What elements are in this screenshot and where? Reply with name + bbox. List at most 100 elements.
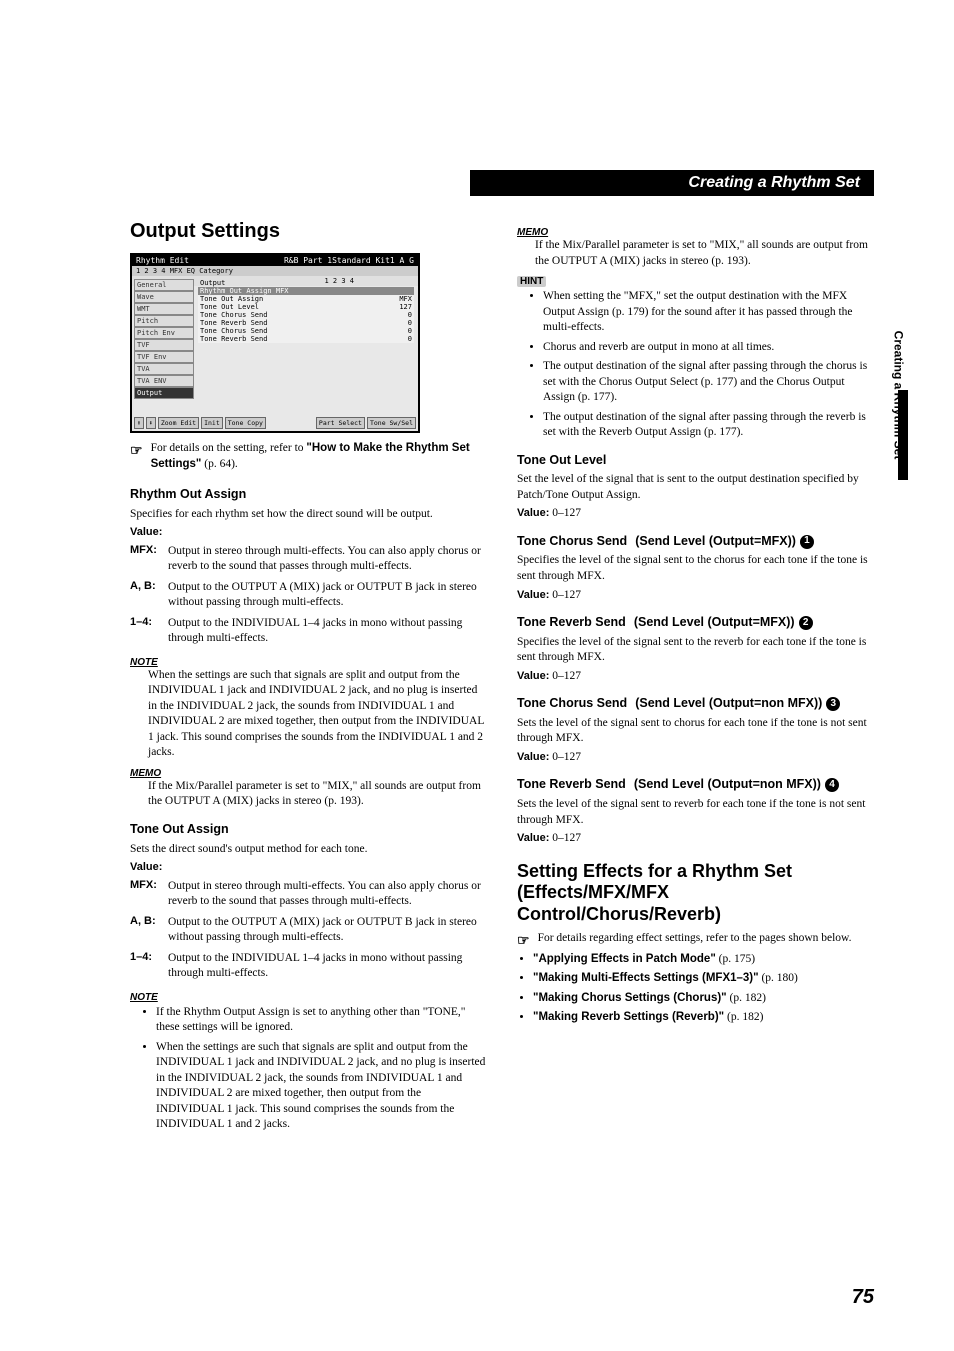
bt: Zoom Edit — [158, 417, 199, 429]
content-columns: Output Settings Rhythm Edit R&B Part 1St… — [130, 220, 874, 1139]
memo-text: If the Mix/Parallel parameter is set to … — [535, 238, 874, 269]
page-header: Creating a Rhythm Set — [470, 170, 874, 196]
sb-item: WMT — [134, 303, 194, 315]
number-badge-icon: 2 — [799, 616, 813, 630]
page-header-title: Creating a Rhythm Set — [688, 174, 860, 192]
param-desc: Specifies the level of the signal sent t… — [517, 553, 874, 584]
hint-bullet: Chorus and reverb are output in mono at … — [543, 340, 874, 356]
value-line: Value: 0–127 — [517, 588, 874, 604]
note-bullet: If the Rhythm Output Assign is set to an… — [156, 1005, 487, 1036]
tone-out-level-desc: Set the level of the signal that is sent… — [517, 472, 874, 503]
screenshot-sidebar: General Wave WMT Pitch Pitch Env TVF TVF… — [134, 279, 194, 411]
screenshot-title-left: Rhythm Edit — [136, 256, 189, 265]
note-icon: NOTE — [130, 992, 158, 1003]
hint-icon: HINT — [517, 276, 546, 287]
pointer-icon: ☞ — [517, 932, 530, 949]
tone-out-assign-desc: Sets the direct sound's output method fo… — [130, 842, 487, 858]
effects-link: "Applying Effects in Patch Mode" (p. 175… — [533, 952, 874, 968]
bt: ⬆ — [134, 417, 144, 429]
def-row: A, B:Output to the OUTPUT A (MIX) jack o… — [130, 915, 487, 949]
value-line: Value: 0–127 — [517, 506, 874, 522]
output-settings-heading: Output Settings — [130, 220, 487, 243]
bt: Init — [201, 417, 223, 429]
reference-text: For details regarding effect settings, r… — [538, 931, 874, 947]
effects-link: "Making Reverb Settings (Reverb)" (p. 18… — [533, 1010, 874, 1026]
number-badge-icon: 4 — [825, 778, 839, 792]
lcd-header: Output — [198, 279, 414, 287]
effects-links: "Applying Effects in Patch Mode" (p. 175… — [517, 952, 874, 1026]
value-line: Value: 0–127 — [517, 750, 874, 766]
sb-item: TVF Env — [134, 351, 194, 363]
tone-out-assign-heading: Tone Out Assign — [130, 822, 487, 838]
memo-block: MEMO — [130, 767, 487, 779]
note-icon: NOTE — [130, 657, 158, 668]
lcd-group: Rhythm Out Assign MFX — [198, 287, 414, 295]
tone-chorus-send-mfx-heading: Tone Chorus Send (Send Level (Output=MFX… — [517, 534, 874, 550]
lcd-row: Tone Out AssignMFX — [198, 295, 414, 303]
device-screenshot: Rhythm Edit R&B Part 1Standard Kit1 A G … — [130, 253, 420, 433]
screenshot-tabs: 1 2 3 4 MFX EQ Category — [132, 266, 418, 276]
pointer-icon: ☞ — [130, 442, 143, 459]
note-text: When the settings are such that signals … — [148, 668, 487, 761]
note-bullets: If the Rhythm Output Assign is set to an… — [140, 1005, 487, 1133]
screenshot-title-right: R&B Part 1Standard Kit1 A G — [284, 256, 414, 265]
reference-note: ☞ For details regarding effect settings,… — [517, 931, 874, 950]
memo-text: If the Mix/Parallel parameter is set to … — [148, 779, 487, 810]
hint-bullets: When setting the "MFX," set the output d… — [527, 289, 874, 441]
hint-bullet: When setting the "MFX," set the output d… — [543, 289, 874, 336]
rhythm-out-assign-desc: Specifies for each rhythm set how the di… — [130, 507, 487, 523]
sb-item: TVF — [134, 339, 194, 351]
memo-icon: MEMO — [130, 768, 161, 779]
def-row: MFX:Output in stereo through multi-effec… — [130, 879, 487, 913]
param-desc: Sets the level of the signal sent to cho… — [517, 716, 874, 747]
sb-item-active: Output — [134, 387, 194, 399]
hint-bullet: The output destination of the signal aft… — [543, 410, 874, 441]
value-label: Value: — [130, 526, 162, 538]
bt: Part Select — [316, 417, 365, 429]
bt: Tone Copy — [225, 417, 266, 429]
reference-text: For details on the setting, refer to "Ho… — [151, 441, 487, 472]
reference-note: ☞ For details on the setting, refer to "… — [130, 441, 487, 475]
note-bullet: When the settings are such that signals … — [156, 1040, 487, 1133]
lcd-row: Tone Chorus Send0 — [198, 311, 414, 319]
sb-item: Pitch Env — [134, 327, 194, 339]
tone-reverb-send-non-heading: Tone Reverb Send (Send Level (Output=non… — [517, 777, 874, 793]
effects-link: "Making Multi-Effects Settings (MFX1–3)"… — [533, 971, 874, 987]
value-label: Value: — [130, 861, 162, 873]
side-tab-marker — [898, 390, 908, 480]
def-row: MFX:Output in stereo through multi-effec… — [130, 544, 487, 578]
sb-item: TVA ENV — [134, 375, 194, 387]
memo-icon: MEMO — [517, 227, 548, 238]
note-block: NOTE — [130, 656, 487, 668]
def-row: 1–4:Output to the INDIVIDUAL 1–4 jacks i… — [130, 951, 487, 985]
number-badge-icon: 3 — [826, 697, 840, 711]
bt-spacer — [268, 417, 314, 429]
rhythm-out-assign-heading: Rhythm Out Assign — [130, 487, 487, 503]
bt: ⬇ — [146, 417, 156, 429]
param-desc: Specifies the level of the signal sent t… — [517, 635, 874, 666]
screenshot-bottom-buttons: ⬆ ⬇ Zoom Edit Init Tone Copy Part Select… — [134, 417, 416, 429]
sb-item: General — [134, 279, 194, 291]
note-block: NOTE — [130, 991, 487, 1003]
tone-reverb-send-mfx-heading: Tone Reverb Send (Send Level (Output=MFX… — [517, 615, 874, 631]
lcd-row: Tone Reverb Send0 — [198, 319, 414, 327]
memo-block: MEMO — [517, 226, 874, 238]
right-column: MEMO If the Mix/Parallel parameter is se… — [517, 220, 874, 1139]
value-line: Value: 0–127 — [517, 831, 874, 847]
sb-item: Wave — [134, 291, 194, 303]
sb-item: Pitch — [134, 315, 194, 327]
def-row: 1–4:Output to the INDIVIDUAL 1–4 jacks i… — [130, 616, 487, 650]
number-badge-icon: 1 — [800, 535, 814, 549]
value-line: Value: 0–127 — [517, 669, 874, 685]
def-row: A, B:Output to the OUTPUT A (MIX) jack o… — [130, 580, 487, 614]
page-number: 75 — [852, 1286, 874, 1309]
screenshot-main: Output Rhythm Out Assign MFX Tone Out As… — [198, 279, 414, 343]
left-column: Output Settings Rhythm Edit R&B Part 1St… — [130, 220, 487, 1139]
effects-link: "Making Chorus Settings (Chorus)" (p. 18… — [533, 991, 874, 1007]
sb-item: TVA — [134, 363, 194, 375]
lcd-row: Tone Out Level127 — [198, 303, 414, 311]
setting-effects-heading: Setting Effects for a Rhythm Set (Effect… — [517, 861, 874, 926]
hint-bullet: The output destination of the signal aft… — [543, 359, 874, 406]
param-desc: Sets the level of the signal sent to rev… — [517, 797, 874, 828]
screenshot-titlebar: Rhythm Edit R&B Part 1Standard Kit1 A G — [132, 255, 418, 266]
